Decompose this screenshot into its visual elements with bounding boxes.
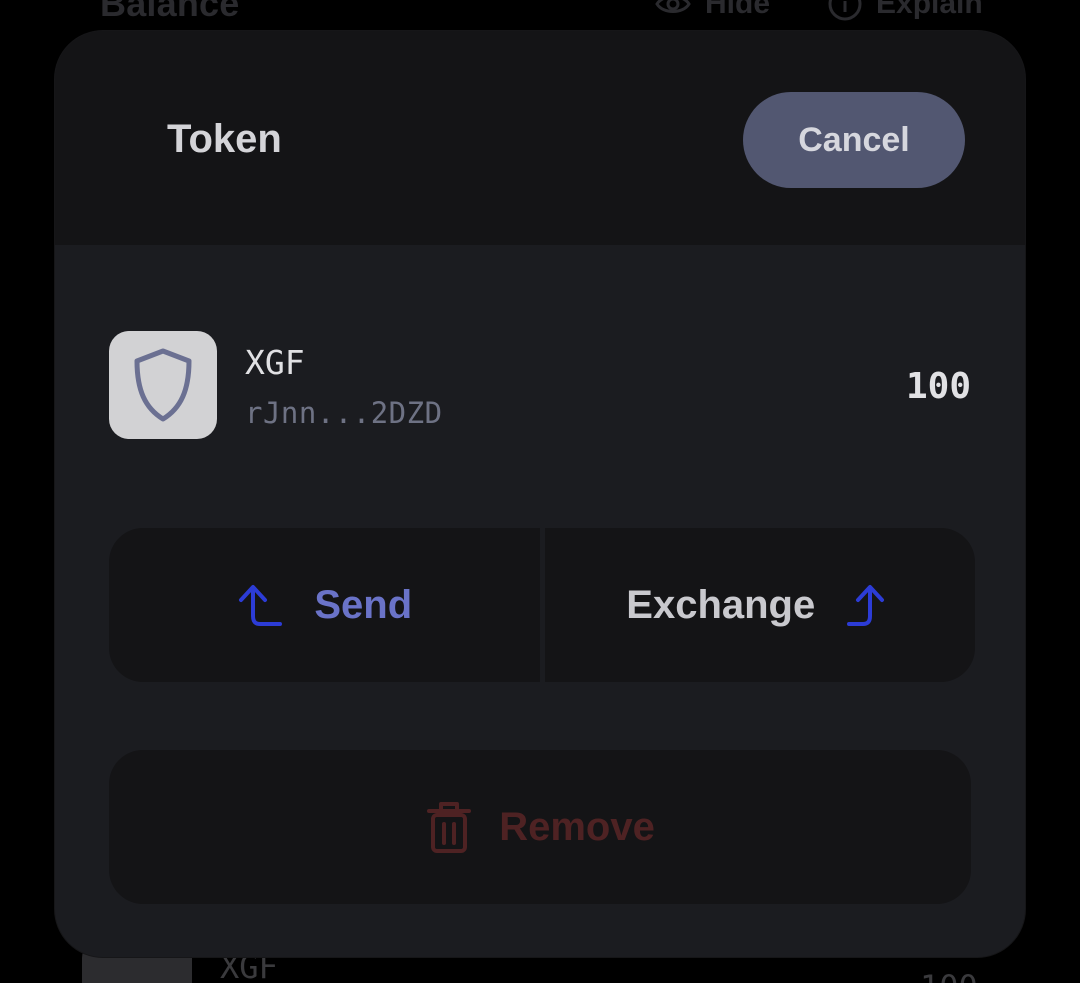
background-header: Balance Hide Explain: [0, 0, 1080, 28]
background-explain-label: Explain: [876, 0, 983, 20]
trash-icon: [427, 802, 472, 853]
action-group: Send Exchange: [109, 528, 975, 682]
background-token-amount: 100: [920, 968, 978, 983]
info-icon: [828, 0, 862, 21]
exchange-button[interactable]: Exchange: [544, 528, 975, 682]
token-name: XGF: [245, 343, 305, 382]
remove-button[interactable]: Remove: [109, 750, 971, 904]
send-button[interactable]: Send: [109, 528, 540, 682]
modal-header: Token Cancel: [55, 31, 1025, 245]
cancel-button[interactable]: Cancel: [743, 92, 965, 188]
token-issuer: rJnn...2DZD: [245, 396, 443, 430]
token-modal: Token Cancel XGF rJnn...2DZD 100 Send Ex…: [55, 31, 1025, 957]
send-label: Send: [314, 582, 413, 627]
exchange-label: Exchange: [626, 582, 816, 627]
background-title: Balance: [100, 0, 240, 24]
eye-icon: [655, 0, 691, 13]
page: Balance Hide Explain XGF 100 Token Cance…: [0, 0, 1080, 983]
token-avatar: [109, 331, 217, 439]
token-amount: 100: [905, 366, 971, 407]
background-hide-label: Hide: [705, 0, 771, 20]
remove-label: Remove: [499, 804, 655, 849]
background-explain-button: Explain: [828, 0, 983, 24]
background-hide-button: Hide: [655, 0, 770, 24]
shield-icon: [134, 348, 192, 422]
token-row: XGF rJnn...2DZD 100: [109, 331, 971, 439]
arrow-up-left-icon: [239, 585, 283, 626]
modal-title: Token: [167, 117, 282, 161]
arrow-up-right-icon: [847, 585, 885, 626]
